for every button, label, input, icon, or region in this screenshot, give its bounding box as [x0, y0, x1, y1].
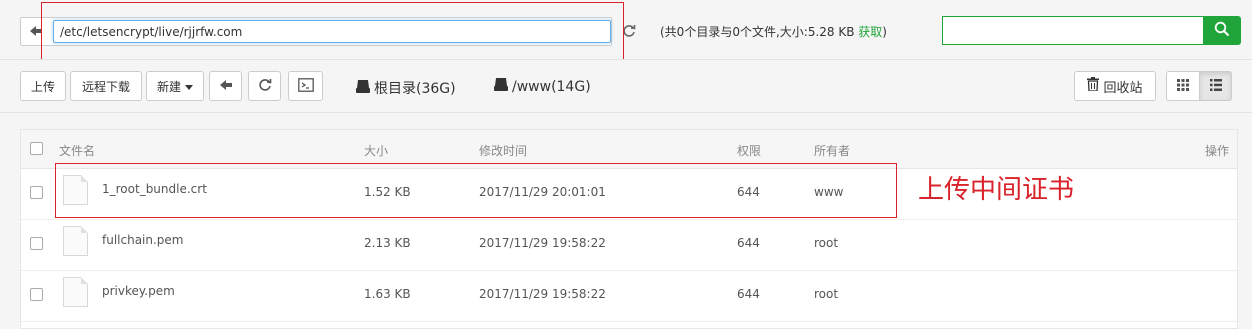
- file-modified: 2017/11/29 19:58:22: [479, 236, 606, 250]
- file-perm[interactable]: 644: [737, 236, 760, 250]
- header-name[interactable]: 文件名: [59, 142, 95, 159]
- search-button[interactable]: [1203, 16, 1241, 45]
- grid-view-button[interactable]: [1166, 71, 1200, 101]
- row-checkbox[interactable]: [30, 288, 43, 301]
- refresh-icon[interactable]: [622, 24, 636, 41]
- file-size: 2.13 KB: [364, 236, 411, 250]
- row-highlight-box: [55, 163, 897, 218]
- refresh-icon: [258, 78, 272, 95]
- size-value: 5.28 KB: [807, 25, 855, 39]
- header-ops: 操作: [1205, 144, 1230, 158]
- hdd-icon: [356, 79, 370, 97]
- header-perm: 权限: [737, 144, 762, 158]
- file-owner: root: [814, 287, 839, 301]
- new-button[interactable]: 新建: [146, 71, 204, 101]
- list-view-button[interactable]: [1199, 71, 1232, 101]
- summary-close: ): [882, 25, 887, 39]
- header-modified[interactable]: 修改时间: [479, 142, 527, 159]
- caret-down-icon: [185, 79, 193, 93]
- table-row[interactable]: privkey.pem 1.63 KB 2017/11/29 19:58:22 …: [21, 270, 1237, 322]
- table-row[interactable]: fullchain.pem 2.13 KB 2017/11/29 19:58:2…: [21, 219, 1237, 271]
- disk-root[interactable]: 根目录(36G): [356, 78, 456, 98]
- recycle-bin-button[interactable]: 回收站: [1074, 71, 1156, 101]
- top-divider: [0, 59, 1252, 60]
- dir-summary: (共0个目录与0个文件,大小:5.28 KB 获取): [660, 23, 887, 40]
- terminal-button[interactable]: [288, 71, 323, 101]
- grid-view-icon: [1177, 78, 1189, 94]
- summary-text: (共0个目录与0个文件,大小:: [660, 25, 808, 39]
- search-icon: [1214, 21, 1230, 40]
- annotation-label: 上传中间证书: [918, 175, 1075, 205]
- file-name[interactable]: privkey.pem: [102, 284, 175, 298]
- row-checkbox[interactable]: [30, 237, 43, 250]
- disk-www-label: /www(14G): [512, 78, 591, 95]
- file-modified: 2017/11/29 19:58:22: [479, 287, 606, 301]
- file-size: 1.63 KB: [364, 287, 411, 301]
- back-button[interactable]: [209, 71, 242, 101]
- recycle-bin-label: 回收站: [1103, 80, 1143, 96]
- refresh-button[interactable]: [248, 71, 281, 101]
- list-view-icon: [1209, 78, 1222, 94]
- hdd-icon: [494, 78, 508, 95]
- file-perm[interactable]: 644: [737, 287, 760, 301]
- remote-download-button[interactable]: 远程下载: [70, 71, 142, 101]
- trash-icon: [1087, 77, 1100, 95]
- file-name[interactable]: fullchain.pem: [102, 233, 184, 247]
- row-checkbox[interactable]: [30, 186, 43, 199]
- header-owner: 所有者: [814, 144, 851, 158]
- header-size[interactable]: 大小: [364, 142, 388, 159]
- file-owner: root: [814, 236, 839, 250]
- fetch-link[interactable]: 获取: [858, 25, 882, 39]
- terminal-icon: [297, 77, 314, 95]
- new-label: 新建: [156, 79, 181, 94]
- upload-button[interactable]: 上传: [20, 71, 66, 101]
- file-table: 文件名 大小 修改时间 权限 所有者 操作 1_root_bundle.crt …: [20, 129, 1238, 329]
- back-arrow-icon: [219, 78, 233, 95]
- toolbar-divider: [0, 112, 1252, 113]
- path-highlight-box: [41, 2, 624, 60]
- file-icon: [63, 277, 88, 307]
- select-all-checkbox[interactable]: [30, 142, 43, 155]
- disk-root-label: 根目录(36G): [374, 81, 456, 97]
- file-icon: [63, 226, 88, 256]
- search-input[interactable]: [942, 16, 1204, 45]
- disk-www[interactable]: /www(14G): [494, 78, 591, 95]
